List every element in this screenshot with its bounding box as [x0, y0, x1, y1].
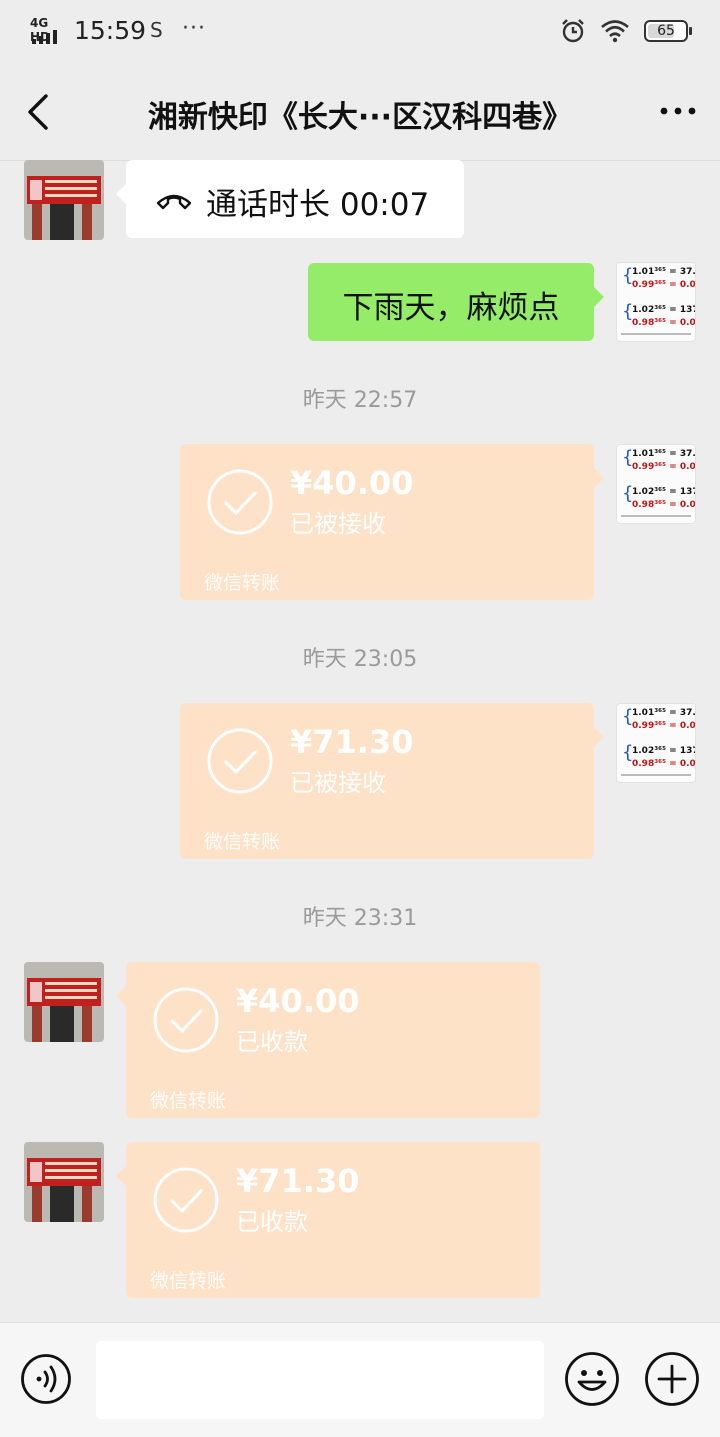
- sent-text-bubble[interactable]: 下雨天，麻烦点: [308, 263, 604, 341]
- transfer-card[interactable]: ¥40.00 已收款 微信转账: [116, 962, 540, 1118]
- chat-title: 湘新快印《长大···区汉科四巷》: [147, 100, 573, 135]
- my-avatar[interactable]: { 1.01³⁶⁵ = 37.8 0.99³⁶⁵ = 0.03 { 1.02³⁶…: [616, 444, 696, 524]
- clock: 15:59: [74, 16, 147, 45]
- transfer-amount: ¥40.00: [236, 982, 360, 1020]
- status-bar: 4G HD 15:59 S ··· 65: [0, 0, 720, 62]
- signal-icon: 4G HD: [30, 16, 70, 46]
- my-avatar[interactable]: { 1.01³⁶⁵ = 37.8 0.99³⁶⁵ = 0.03 { 1.02³⁶…: [616, 703, 696, 783]
- transfer-card[interactable]: ¥71.30 已被接收 微信转账: [180, 703, 604, 859]
- transfer-status: 已收款: [236, 1028, 308, 1056]
- transfer-card[interactable]: ¥40.00 已被接收 微信转账: [180, 444, 604, 600]
- chat-header: 湘新快印《长大···区汉科四巷》: [0, 62, 720, 161]
- voice-icon[interactable]: [20, 1353, 72, 1405]
- check-circle-icon: [207, 728, 273, 794]
- back-icon[interactable]: [20, 92, 60, 132]
- contact-avatar[interactable]: [24, 160, 104, 240]
- transfer-card[interactable]: ¥71.30 已收款 微信转账: [116, 1142, 540, 1298]
- contact-avatar[interactable]: [24, 1142, 104, 1222]
- input-bar: [0, 1322, 720, 1437]
- my-avatar[interactable]: { 1.01³⁶⁵ = 37.8 0.99³⁶⁵ = 0.03 { 1.02³⁶…: [616, 262, 696, 342]
- alarm-icon: [562, 19, 584, 43]
- more-icon[interactable]: [658, 96, 698, 126]
- phone-hangup-icon: [156, 194, 192, 210]
- transfer-amount: ¥40.00: [290, 464, 414, 502]
- message-timestamp: 昨天 23:05: [302, 647, 418, 672]
- transfer-source: 微信转账: [150, 1090, 227, 1112]
- more-notifications-icon: ···: [182, 16, 206, 41]
- battery-icon: 65: [644, 20, 692, 42]
- transfer-amount: ¥71.30: [290, 723, 414, 761]
- notification-icon: S: [150, 18, 163, 42]
- transfer-source: 微信转账: [150, 1270, 227, 1292]
- transfer-status: 已被接收: [290, 769, 386, 797]
- transfer-source: 微信转账: [204, 572, 281, 594]
- transfer-status: 已收款: [236, 1208, 308, 1236]
- message-timestamp: 昨天 22:57: [302, 388, 418, 413]
- plus-icon[interactable]: [644, 1351, 700, 1407]
- transfer-status: 已被接收: [290, 510, 386, 538]
- call-duration-text: 通话时长 00:07: [206, 187, 430, 223]
- check-circle-icon: [153, 987, 219, 1053]
- transfer-source: 微信转账: [204, 831, 281, 853]
- check-circle-icon: [153, 1167, 219, 1233]
- check-circle-icon: [207, 469, 273, 535]
- battery-level: 65: [657, 23, 675, 39]
- transfer-amount: ¥71.30: [236, 1162, 360, 1200]
- message-input[interactable]: [96, 1341, 544, 1419]
- message-text: 下雨天，麻烦点: [342, 290, 560, 326]
- wifi-icon: [601, 20, 629, 43]
- message-timestamp: 昨天 23:31: [302, 906, 418, 931]
- call-record-bubble[interactable]: 通话时长 00:07: [116, 160, 464, 238]
- emoji-icon[interactable]: [564, 1351, 620, 1407]
- contact-avatar[interactable]: [24, 962, 104, 1042]
